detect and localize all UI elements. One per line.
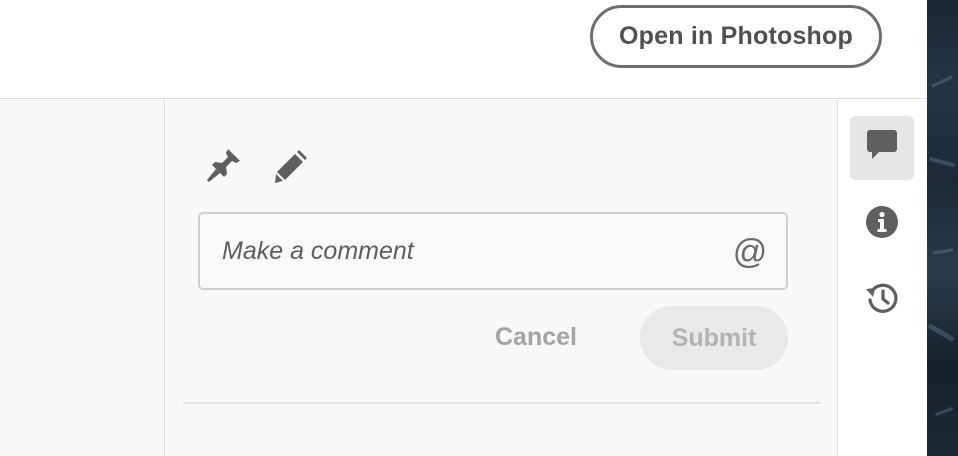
rail-info-button[interactable] xyxy=(850,192,914,256)
panel-divider xyxy=(183,402,820,404)
history-icon xyxy=(864,280,900,321)
pin-icon[interactable] xyxy=(204,145,244,185)
info-icon xyxy=(864,204,900,245)
image-preview-edge xyxy=(927,0,958,456)
at-icon: @ xyxy=(732,232,768,271)
rail-history-button[interactable] xyxy=(850,268,914,332)
comment-icon xyxy=(864,128,900,169)
comment-box: @ xyxy=(198,212,788,290)
rail-comments-button[interactable] xyxy=(850,116,914,180)
top-bar: Open in Photoshop xyxy=(0,0,927,99)
comment-input[interactable] xyxy=(222,214,722,288)
cancel-button[interactable]: Cancel xyxy=(480,308,592,366)
submit-button[interactable]: Submit xyxy=(640,306,788,370)
canvas-area xyxy=(0,100,165,456)
mention-button[interactable]: @ xyxy=(730,232,770,272)
pencil-icon[interactable] xyxy=(272,145,312,185)
open-in-photoshop-button[interactable]: Open in Photoshop xyxy=(590,5,882,68)
